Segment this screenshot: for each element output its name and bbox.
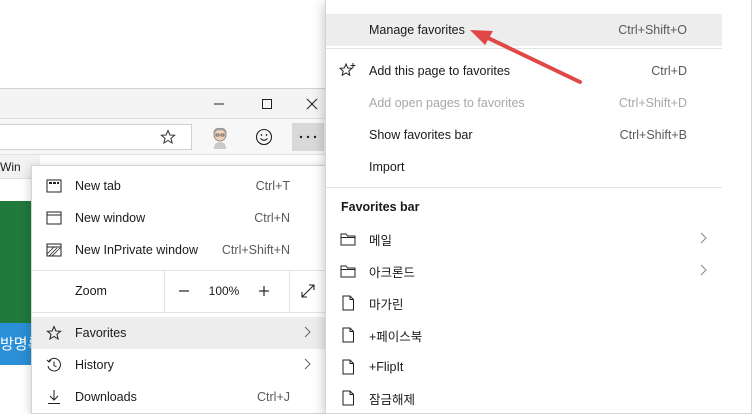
window-icon — [44, 208, 64, 228]
chevron-right-icon — [304, 326, 312, 341]
submenu-item-label: Add open pages to favorites — [369, 96, 525, 110]
zoom-out-button[interactable] — [172, 280, 196, 302]
submenu-item-shortcut: Ctrl+Shift+B — [619, 128, 687, 142]
submenu-item-label: Import — [369, 160, 405, 174]
submenu-item-import[interactable]: Import — [326, 151, 722, 183]
menu-item-downloads[interactable]: Downloads Ctrl+J — [32, 381, 330, 413]
submenu-item-add-this-page[interactable]: Add this page to favorites Ctrl+D — [326, 55, 722, 87]
chevron-right-icon — [304, 358, 312, 373]
folder-icon — [338, 229, 358, 249]
zoom-divider — [289, 270, 290, 312]
feedback-button[interactable] — [248, 123, 280, 151]
history-icon — [44, 355, 64, 375]
profile-avatar[interactable] — [204, 123, 236, 151]
submenu-item-manage-favorites[interactable]: Manage favorites Ctrl+Shift+O — [326, 14, 722, 46]
avatar-icon — [213, 127, 227, 149]
zoom-row: Zoom 100% — [32, 270, 330, 312]
menu-item-history[interactable]: History — [32, 349, 330, 381]
submenu-item-show-favorites-bar[interactable]: Show favorites bar Ctrl+Shift+B — [326, 119, 722, 151]
chevron-right-icon — [700, 264, 708, 279]
menu-item-new-tab[interactable]: New tab Ctrl+T — [32, 170, 330, 202]
title-bar — [0, 89, 330, 119]
menu-item-shortcut: Ctrl+N — [254, 211, 290, 225]
minimize-button[interactable] — [196, 89, 242, 119]
toolbar — [0, 119, 330, 155]
menu-item-shortcut: Ctrl+J — [257, 390, 290, 404]
zoom-value: 100% — [208, 284, 240, 298]
download-icon — [44, 387, 64, 407]
fullscreen-button[interactable] — [296, 280, 320, 302]
favorite-label: +페이스북 — [369, 329, 423, 344]
favorites-page-item[interactable]: 잠금해제 — [326, 382, 722, 414]
more-button[interactable] — [292, 123, 324, 151]
favorite-label: 메일 — [369, 233, 393, 248]
favorites-folder-item[interactable]: 아크론드 — [326, 255, 722, 287]
menu-item-new-window[interactable]: New window Ctrl+N — [32, 202, 330, 234]
inprivate-icon — [44, 240, 64, 260]
maximize-button[interactable] — [244, 89, 290, 119]
smiley-icon — [255, 128, 273, 146]
page-icon — [338, 357, 358, 377]
favorite-label: 마가린 — [369, 297, 404, 312]
zoom-label: Zoom — [75, 284, 107, 298]
favorite-label: 아크론드 — [369, 265, 416, 280]
address-bar[interactable] — [0, 124, 192, 150]
page-icon — [338, 388, 358, 408]
chevron-right-icon — [700, 232, 708, 247]
maximize-icon — [262, 99, 272, 109]
menu-item-shortcut: Ctrl+Shift+N — [221, 243, 290, 257]
menu-item-label: New tab — [75, 179, 121, 193]
menu-item-label: New InPrivate window — [75, 243, 198, 257]
folder-icon — [338, 261, 358, 281]
menu-item-label: History — [75, 358, 114, 372]
fullscreen-icon — [301, 284, 315, 298]
page-icon — [338, 293, 358, 313]
submenu-item-label: Add this page to favorites — [369, 64, 511, 78]
zoom-divider — [164, 270, 165, 312]
close-icon — [306, 98, 318, 110]
minimize-icon — [214, 103, 224, 105]
favorites-folder-item[interactable]: 메일 — [326, 223, 722, 255]
plus-icon — [259, 286, 269, 296]
menu-item-favorites[interactable]: Favorites — [32, 317, 330, 349]
minus-icon — [179, 290, 189, 292]
zoom-in-button[interactable] — [252, 280, 276, 302]
submenu-item-label: Manage favorites — [369, 23, 465, 37]
favorite-label: +FlipIt — [369, 360, 404, 374]
favorites-submenu: Manage favorites Ctrl+Shift+O Add this p… — [325, 0, 752, 414]
favorites-bar-heading: Favorites bar — [341, 200, 420, 214]
more-dots-icon — [299, 135, 317, 139]
favorites-page-item[interactable]: +FlipIt — [326, 351, 722, 383]
menu-item-label: Favorites — [75, 326, 127, 340]
favorite-star-icon[interactable] — [160, 129, 176, 145]
submenu-item-shortcut: Ctrl+D — [651, 64, 687, 78]
page-icon — [338, 325, 358, 345]
menu-divider — [326, 48, 722, 49]
favorites-page-item[interactable]: 마가린 — [326, 287, 722, 319]
submenu-item-label: Show favorites bar — [369, 128, 473, 142]
browser-menu: New tab Ctrl+T New window Ctrl+N New InP… — [31, 165, 330, 414]
menu-divider — [326, 187, 722, 188]
menu-item-new-inprivate-window[interactable]: New InPrivate window Ctrl+Shift+N — [32, 234, 330, 266]
menu-divider — [32, 312, 330, 313]
menu-item-label: Downloads — [75, 390, 137, 404]
star-plus-icon — [338, 61, 358, 81]
menu-item-label: New window — [75, 211, 146, 225]
favorites-page-item[interactable]: +페이스북 — [326, 319, 722, 351]
new-tab-icon — [44, 176, 64, 196]
favorite-label: 잠금해제 — [369, 392, 416, 407]
star-icon — [44, 323, 64, 343]
submenu-item-shortcut: Ctrl+Shift+D — [618, 96, 687, 110]
favbar-item[interactable]: Win — [0, 160, 21, 174]
submenu-item-add-open-pages[interactable]: Add open pages to favorites Ctrl+Shift+D — [326, 87, 722, 119]
submenu-item-shortcut: Ctrl+Shift+O — [618, 23, 687, 37]
menu-item-shortcut: Ctrl+T — [255, 179, 290, 193]
